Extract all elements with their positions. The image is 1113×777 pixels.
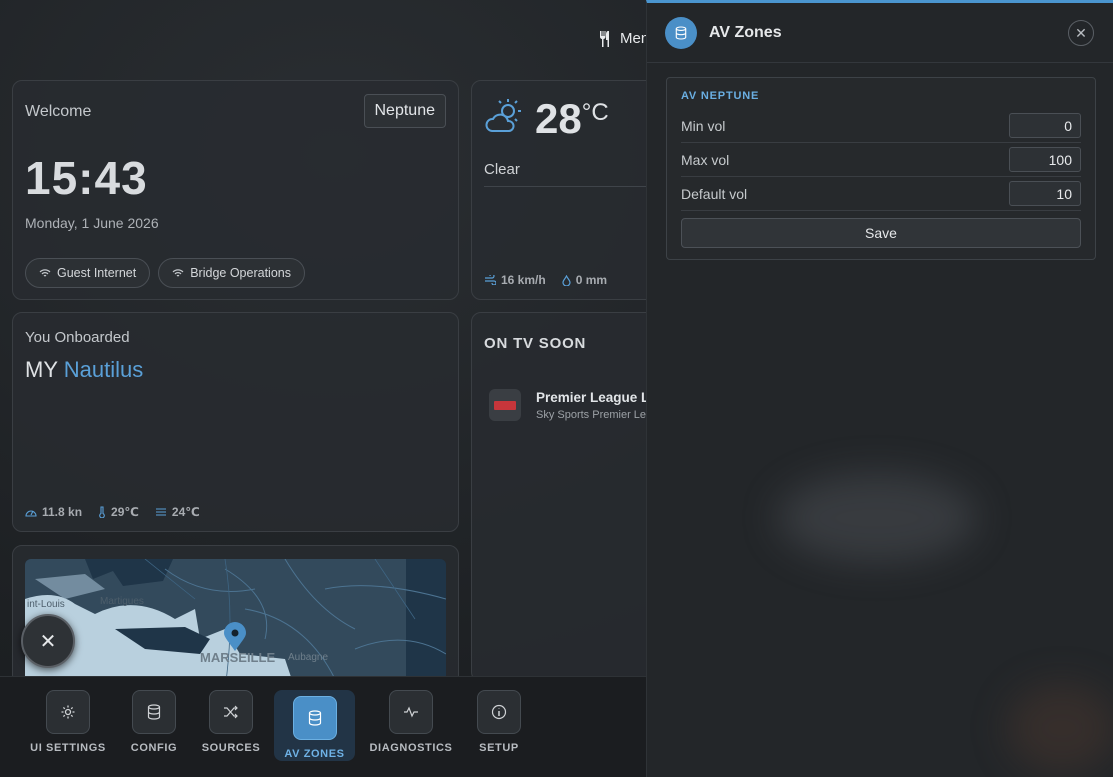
tv-listing[interactable]: Premier League Li Sky Sports Premier Lea: [489, 389, 653, 421]
water-temp-stat: 24℃: [155, 505, 200, 519]
temperature-unit: °C: [581, 99, 609, 126]
dock-setup[interactable]: SETUP: [476, 690, 522, 762]
dock-config[interactable]: CONFIG: [127, 690, 181, 762]
av-zones-panel: AV Zones ✕ AV NEPTUNE Min vol Max vol De…: [646, 0, 1113, 777]
dock-label: SETUP: [479, 742, 519, 754]
welcome-card: Welcome Neptune 15:43 Monday, 1 June 202…: [12, 80, 459, 300]
wifi-guest-label: Guest Internet: [57, 266, 137, 280]
weather-condition: Clear: [484, 161, 520, 178]
max-vol-input[interactable]: [1009, 147, 1081, 172]
date: Monday, 1 June 2026: [25, 215, 159, 231]
wifi-bridge-button[interactable]: Bridge Operations: [158, 258, 305, 288]
database-icon: [292, 696, 337, 740]
wifi-icon: [172, 269, 184, 277]
panel-close-button[interactable]: ✕: [1068, 20, 1094, 46]
rain-value: 0 mm: [575, 273, 608, 287]
speed-value: 11.8 kn: [42, 505, 83, 519]
yacht-title: Nautilus: [63, 357, 144, 382]
background-blur: [777, 473, 977, 563]
dock-diagnostics[interactable]: DIAGNOSTICS: [366, 690, 456, 762]
welcome-label: Welcome: [25, 103, 92, 120]
dock-sources[interactable]: SOURCES: [200, 690, 262, 762]
weather-card: 28°C Clear 16 km/h 0 mm: [471, 80, 684, 300]
temperature-value: 28: [535, 95, 582, 142]
yacht-name: MY Nautilus: [25, 357, 143, 383]
database-icon: [665, 17, 697, 49]
close-icon: ✕: [39, 630, 57, 653]
cabin-button[interactable]: Neptune: [363, 94, 446, 128]
map[interactable]: int-Louis Martigues MARSEILLE Aubagne: [25, 559, 446, 689]
min-vol-label: Min vol: [681, 117, 726, 134]
save-button[interactable]: Save: [681, 218, 1081, 248]
dock-label: CONFIG: [130, 742, 178, 754]
dock-ui-settings[interactable]: UI SETTINGS: [28, 690, 108, 762]
wind-stat: 16 km/h: [484, 273, 546, 287]
background-blur: [1007, 683, 1113, 773]
partly-cloudy-icon: [485, 99, 521, 132]
shuffle-icon: [209, 690, 253, 734]
temperature: 28°C: [535, 95, 609, 143]
close-icon: ✕: [1075, 24, 1087, 41]
dock-label: SOURCES: [201, 742, 261, 754]
tv-card: ON TV SOON Premier League Li Sky Sports …: [471, 312, 671, 682]
wind-icon: [485, 275, 496, 285]
close-fab-button[interactable]: ✕: [21, 614, 75, 668]
wifi-icon: [39, 269, 51, 277]
pulse-icon: [389, 690, 433, 734]
tv-program-title: Premier League Li: [536, 389, 654, 405]
wifi-guest-button[interactable]: Guest Internet: [25, 258, 151, 288]
dock-label: DIAGNOSTICS: [369, 742, 453, 754]
min-vol-input[interactable]: [1009, 113, 1081, 138]
dock-label: UI SETTINGS: [30, 742, 106, 754]
default-vol-input[interactable]: [1009, 181, 1081, 206]
map-label: int-Louis: [27, 599, 65, 610]
air-temp-value: 29℃: [111, 505, 139, 519]
channel-logo: [489, 389, 521, 421]
zone-card: AV NEPTUNE Min vol Max vol Default vol S…: [666, 77, 1096, 260]
dock-label: AV ZONES: [284, 748, 345, 760]
droplet-icon: [562, 274, 571, 286]
database-icon: [132, 690, 176, 734]
info-icon: [477, 690, 521, 734]
min-vol-row: Min vol: [681, 109, 1081, 143]
wind-value: 16 km/h: [501, 273, 546, 287]
panel-title: AV Zones: [709, 24, 782, 41]
default-vol-row: Default vol: [681, 177, 1081, 211]
map-card: int-Louis Martigues MARSEILLE Aubagne: [12, 545, 459, 689]
default-vol-label: Default vol: [681, 185, 748, 202]
onboard-label: You Onboarded: [25, 329, 130, 346]
speedometer-icon: [25, 510, 37, 517]
tv-channel: Sky Sports Premier Lea: [536, 408, 653, 421]
wifi-bridge-label: Bridge Operations: [190, 266, 291, 280]
restaurant-icon: [600, 30, 609, 47]
panel-header: AV Zones ✕: [647, 3, 1113, 63]
water-temp-value: 24℃: [171, 505, 200, 519]
onboard-card: You Onboarded MY Nautilus 11.8 kn 29℃ 24…: [12, 312, 459, 532]
max-vol-label: Max vol: [681, 151, 730, 168]
menu-label: Men: [620, 30, 650, 47]
tv-title: ON TV SOON: [484, 335, 587, 352]
map-label: Martigues: [100, 596, 144, 607]
menu-link[interactable]: Men: [598, 30, 649, 47]
dock-av-zones[interactable]: AV ZONES: [274, 690, 355, 761]
map-pin-icon: [224, 622, 246, 651]
speed-stat: 11.8 kn: [25, 505, 82, 519]
gear-icon: [46, 690, 90, 734]
clock: 15:43: [25, 152, 148, 204]
yacht-prefix: MY: [25, 357, 58, 382]
rain-stat: 0 mm: [562, 273, 607, 287]
zone-title: AV NEPTUNE: [681, 90, 760, 102]
bottom-dock: UI SETTINGS CONFIG SOURCES AV ZONES DIAG…: [0, 676, 647, 777]
map-label: Aubagne: [288, 652, 329, 663]
air-temp-stat: 29℃: [98, 505, 139, 519]
waves-icon: [155, 508, 166, 516]
max-vol-row: Max vol: [681, 143, 1081, 177]
map-label: MARSEILLE: [200, 650, 276, 665]
thermometer-icon: [99, 506, 105, 518]
